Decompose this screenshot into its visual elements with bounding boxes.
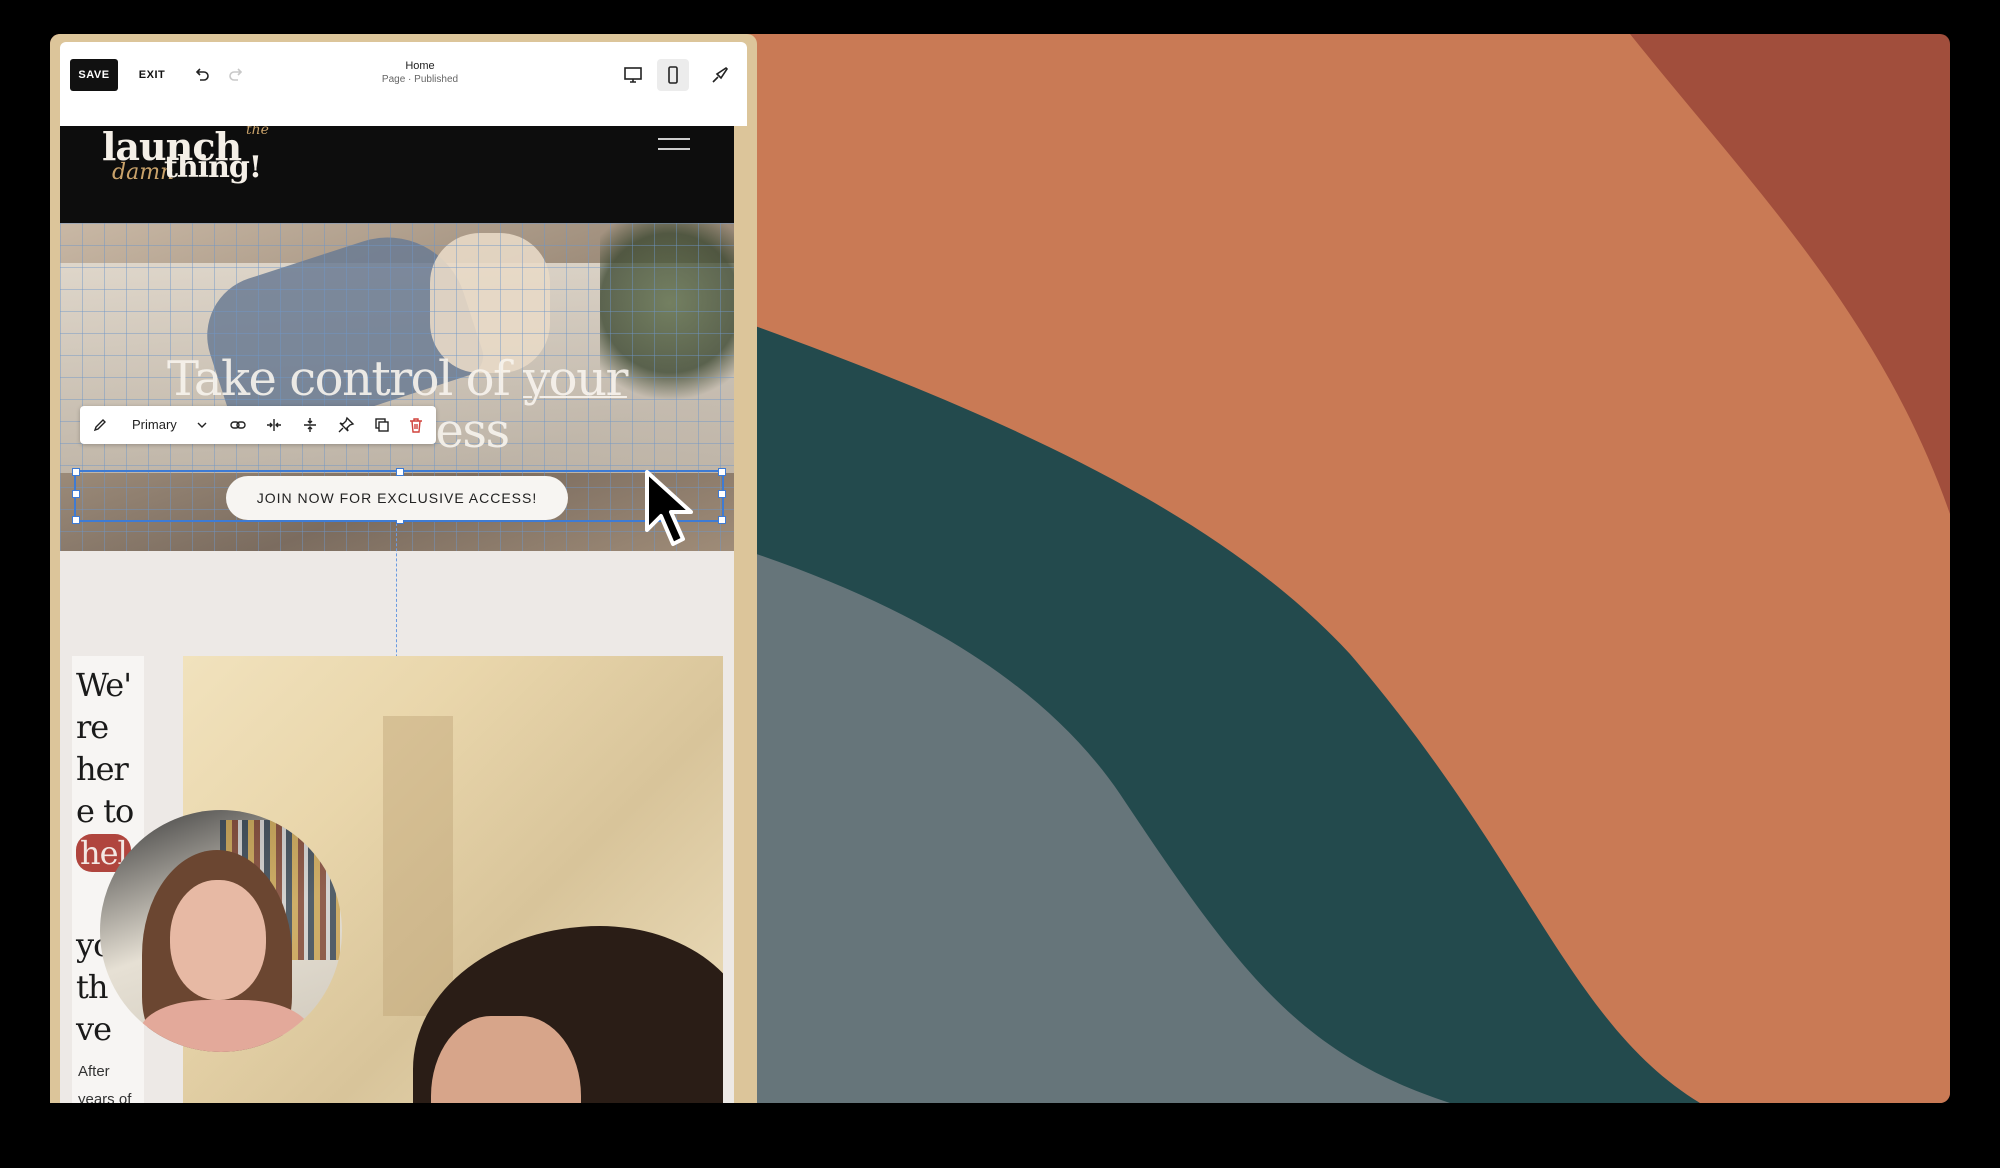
presenter-face bbox=[170, 880, 266, 1000]
editor-toolbar: SAVE EXIT Home Page · Published bbox=[60, 42, 757, 126]
body-text: After bbox=[78, 1063, 110, 1080]
chevron-down-icon[interactable] bbox=[186, 409, 218, 441]
stretch-horizontal-icon[interactable] bbox=[258, 409, 290, 441]
mobile-icon[interactable] bbox=[657, 59, 689, 91]
webcam-overlay bbox=[100, 810, 342, 1052]
link-icon[interactable] bbox=[222, 409, 254, 441]
site-header: launch the damn thing! bbox=[60, 126, 734, 223]
site-logo-thing: thing! bbox=[164, 150, 262, 185]
heading-fragment: her bbox=[76, 750, 129, 788]
duplicate-icon[interactable] bbox=[366, 409, 398, 441]
save-button[interactable]: SAVE bbox=[70, 59, 118, 91]
exit-button[interactable]: EXIT bbox=[132, 59, 172, 91]
pin-icon[interactable] bbox=[330, 409, 362, 441]
site-logo-the: the bbox=[246, 126, 269, 138]
heading-fragment: re bbox=[76, 708, 109, 746]
button-style-select[interactable]: Primary bbox=[132, 406, 177, 444]
heading-fragment: e to bbox=[76, 792, 134, 830]
stretch-vertical-icon[interactable] bbox=[294, 409, 326, 441]
redo-icon[interactable] bbox=[220, 59, 252, 91]
hero-heading-underlined: your bbox=[523, 351, 628, 407]
page-status: Page · Published bbox=[381, 74, 459, 85]
heading-fragment: th bbox=[76, 968, 108, 1006]
page-title: Home bbox=[405, 60, 435, 72]
desktop-icon[interactable] bbox=[617, 59, 649, 91]
mouse-cursor-icon bbox=[643, 468, 703, 558]
edit-pencil-icon[interactable] bbox=[84, 409, 116, 441]
photo-window-light bbox=[383, 716, 453, 1016]
hero-heading-text: Take control of bbox=[167, 351, 524, 407]
trash-icon[interactable] bbox=[400, 409, 432, 441]
block-toolbar: Primary bbox=[80, 406, 436, 444]
hamburger-menu-icon[interactable] bbox=[658, 134, 690, 154]
undo-icon[interactable] bbox=[186, 59, 218, 91]
page-meta: Home Page · Published bbox=[330, 60, 510, 85]
body-text: years of bbox=[78, 1091, 132, 1103]
heading-fragment: We' bbox=[76, 666, 132, 704]
design-brush-icon[interactable] bbox=[704, 59, 736, 91]
presenter-shirt bbox=[140, 1000, 310, 1052]
heading-fragment: ve bbox=[76, 1010, 112, 1048]
join-now-button[interactable]: JOIN NOW FOR EXCLUSIVE ACCESS! bbox=[226, 476, 568, 520]
